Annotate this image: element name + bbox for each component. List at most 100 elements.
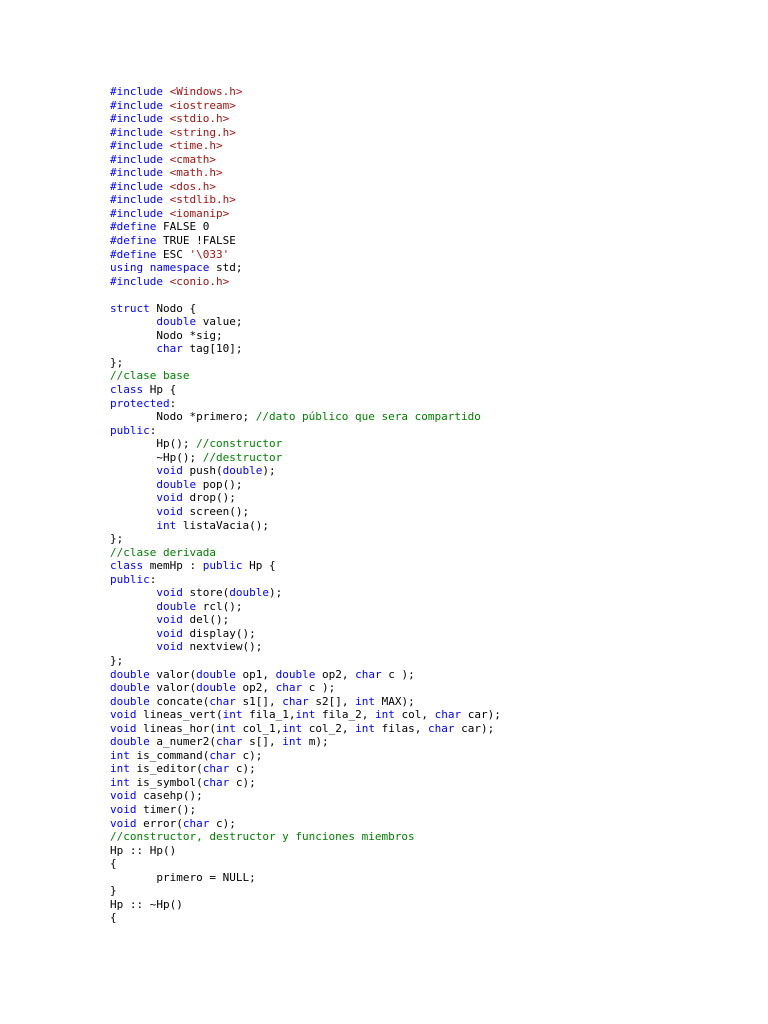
code-token: <string.h> [169,125,236,139]
code-token: //clase derivada [110,545,216,559]
code-line: Nodo *primero; //dato público que sera c… [110,410,501,424]
code-token: concate( [156,694,210,708]
code-token: col, [401,708,435,722]
code-token: Hp(); [110,437,197,451]
code-line: public: [110,573,501,587]
code-line: #include <math.h> [110,166,501,180]
code-token: #include [110,179,170,193]
code-token: public [110,572,150,586]
code-token: rcl(); [202,599,243,613]
code-token: Hp :: ~Hp() [110,897,183,911]
code-token: int [156,518,183,532]
code-token: char [209,694,243,708]
code-token: int [110,762,137,776]
code-token: char [202,775,236,789]
code-line: #include <cmath> [110,153,501,167]
code-token: Nodo *sig; [110,328,223,342]
code-line: void drop(); [110,491,501,505]
code-token: #include [110,98,170,112]
code-line: //constructor, destructor y funciones mi… [110,830,501,844]
code-line: int is_symbol(char c); [110,776,501,790]
code-line: int is_command(char c); [110,749,501,763]
code-token: <math.h> [169,166,223,180]
code-token: struct [110,301,157,315]
code-token: #include [110,274,170,288]
code-line: Hp :: Hp() [110,844,501,858]
code-token: m); [308,735,329,749]
code-token: lineas_hor( [143,721,216,735]
code-token: int [282,735,309,749]
code-line: #define TRUE !FALSE [110,234,501,248]
code-line: void lineas_hor(int col_1,int col_2, int… [110,722,501,736]
code-token: <dos.h> [169,179,216,193]
code-line: #define FALSE 0 [110,220,501,234]
code-token: col_2, [308,721,356,735]
code-token: tag[10]; [189,342,243,356]
code-token: int [295,708,322,722]
code-token: c); [242,748,263,762]
code-token: car); [467,708,501,722]
code-token: void [110,721,144,735]
code-line: { [110,857,501,871]
code-token: }; [110,532,124,546]
code-token: class [110,383,150,397]
code-token: void [156,640,190,654]
code-token: double [156,315,203,329]
code-token: c ); [388,667,415,681]
code-token: drop(); [189,491,236,505]
code-line: double valor(double op2, char c ); [110,681,501,695]
code-token: #define [110,234,163,248]
code-line: #include <iomanip> [110,207,501,221]
code-token: timer(); [143,802,197,816]
code-token: void [156,504,190,518]
code-line: { [110,911,501,925]
code-line: #include <Windows.h> [110,85,501,99]
code-line: #include <dos.h> [110,180,501,194]
code-token: c ); [308,681,336,695]
code-line: void nextview(); [110,640,501,654]
code-token: public [110,423,150,437]
code-line: void store(double); [110,586,501,600]
code-token: op2, [242,681,276,695]
code-token: Nodo *primero; [110,410,256,424]
code-line: void timer(); [110,803,501,817]
code-token: int [355,721,382,735]
code-line: ~Hp(); //destructor [110,451,501,465]
code-token: #include [110,139,170,153]
code-line: char tag[10]; [110,342,501,356]
code-token: double [196,681,243,695]
code-token: valor( [156,667,197,681]
code-token: Hp { [249,559,276,573]
code-token: filas, [381,721,428,735]
code-line: #include <time.h> [110,139,501,153]
code-line: Hp(); //constructor [110,437,501,451]
code-token: fila_2, [321,708,375,722]
code-token: MAX); [381,694,415,708]
code-token: memHp : [149,559,203,573]
code-line: Nodo *sig; [110,329,501,343]
code-line: double valor(double op1, double op2, cha… [110,668,501,682]
code-token: car); [461,721,495,735]
code-token: double [275,667,322,681]
code-token: op2, [321,667,356,681]
code-token: fila_1, [249,708,296,722]
code-token: public [202,559,250,573]
code-token: double [110,681,157,695]
code-listing: #include <Windows.h> #include <iostream> #… [110,85,501,925]
code-token: value; [202,315,243,329]
code-line: void casehp(); [110,789,501,803]
code-token: casehp(); [143,789,203,803]
document-page: #include <Windows.h> #include <iostream> #… [0,0,768,1024]
code-token: char [182,816,216,830]
code-token: ESC [162,247,190,261]
code-token: ~Hp(); [110,450,203,464]
code-token: void [156,586,190,600]
code-line: class Hp { [110,383,501,397]
code-token: void [156,491,190,505]
code-line: #include <string.h> [110,126,501,140]
code-token: } [110,884,117,898]
code-token: <time.h> [169,139,223,153]
code-token: //destructor [202,450,283,464]
code-token: int [355,694,382,708]
